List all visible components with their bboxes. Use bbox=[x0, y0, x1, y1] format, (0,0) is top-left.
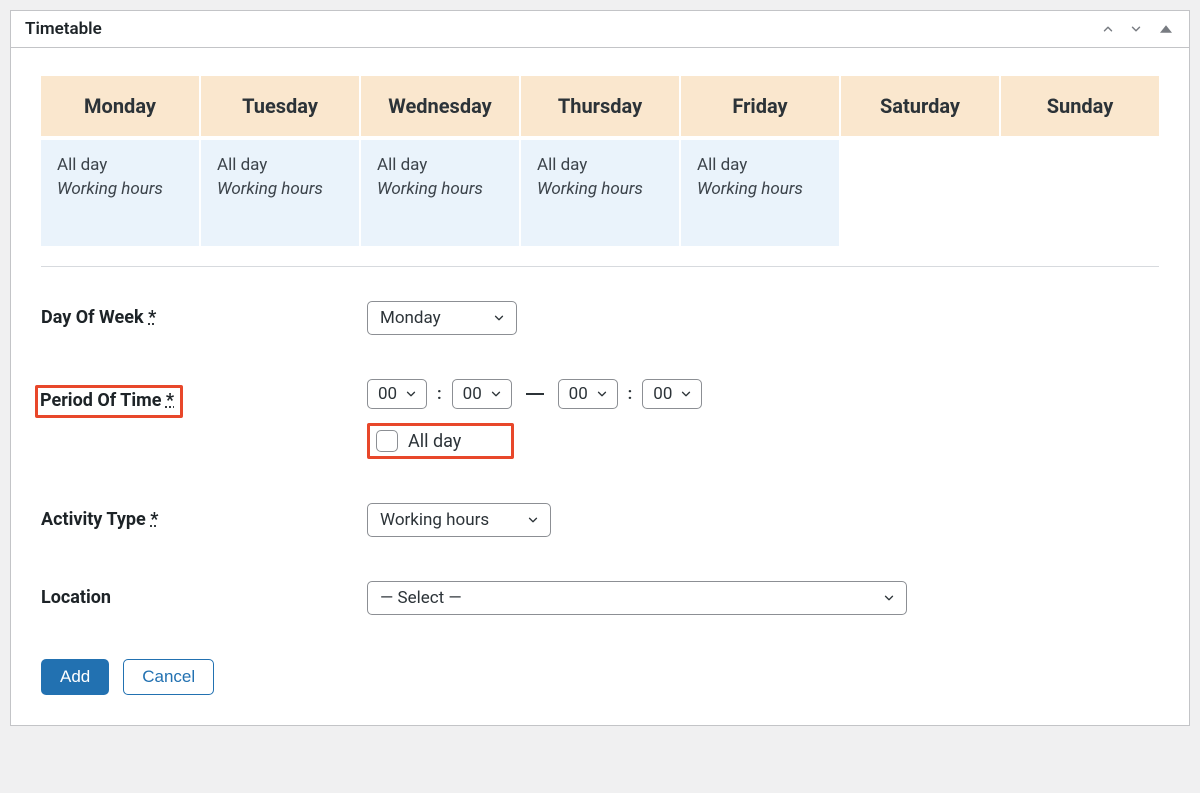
day-cell-friday[interactable]: All day Working hours bbox=[681, 140, 839, 246]
move-down-icon[interactable] bbox=[1129, 22, 1143, 36]
day-time: All day bbox=[217, 154, 343, 178]
day-header-thursday: Thursday bbox=[521, 76, 679, 136]
select-to-hour[interactable]: 00 bbox=[558, 379, 618, 409]
day-cell-monday[interactable]: All day Working hours bbox=[41, 140, 199, 246]
select-value: Working hours bbox=[380, 510, 489, 530]
panel-body: Monday Tuesday Wednesday Thursday Friday… bbox=[11, 48, 1189, 725]
select-day-of-week[interactable]: Monday bbox=[367, 301, 517, 335]
time-dash bbox=[526, 393, 544, 395]
time-colon: : bbox=[626, 384, 635, 404]
day-time: All day bbox=[537, 154, 663, 178]
day-activity: Working hours bbox=[377, 178, 503, 202]
day-cell-saturday[interactable] bbox=[841, 140, 999, 246]
row-location: Location — Select — bbox=[41, 581, 1159, 615]
label-activity-type: Activity Type * bbox=[41, 503, 367, 530]
chevron-down-icon bbox=[404, 387, 418, 401]
select-from-minute[interactable]: 00 bbox=[452, 379, 512, 409]
chevron-down-icon bbox=[492, 311, 506, 325]
day-header-sunday: Sunday bbox=[1001, 76, 1159, 136]
day-cell-tuesday[interactable]: All day Working hours bbox=[201, 140, 359, 246]
form-buttons: Add Cancel bbox=[41, 659, 1159, 695]
divider bbox=[41, 266, 1159, 267]
day-cell-thursday[interactable]: All day Working hours bbox=[521, 140, 679, 246]
checkbox-all-day[interactable] bbox=[376, 430, 398, 452]
day-header-saturday: Saturday bbox=[841, 76, 999, 136]
week-body-row: All day Working hours All day Working ho… bbox=[41, 140, 1159, 246]
day-header-tuesday: Tuesday bbox=[201, 76, 359, 136]
label-period-of-time: Period Of Time * bbox=[41, 379, 367, 418]
select-activity-type[interactable]: Working hours bbox=[367, 503, 551, 537]
select-from-hour[interactable]: 00 bbox=[367, 379, 427, 409]
move-up-icon[interactable] bbox=[1101, 22, 1115, 36]
select-to-minute[interactable]: 00 bbox=[642, 379, 702, 409]
week-header-row: Monday Tuesday Wednesday Thursday Friday… bbox=[41, 76, 1159, 136]
panel-header: Timetable bbox=[11, 11, 1189, 48]
chevron-down-icon bbox=[526, 513, 540, 527]
label-day-of-week: Day Of Week * bbox=[41, 301, 367, 328]
panel-controls bbox=[1101, 20, 1175, 38]
cancel-button[interactable]: Cancel bbox=[123, 659, 214, 695]
add-button[interactable]: Add bbox=[41, 659, 109, 695]
time-range: 00 : 00 00 : 00 bbox=[367, 379, 1159, 409]
chevron-down-icon bbox=[595, 387, 609, 401]
chevron-down-icon bbox=[489, 387, 503, 401]
highlight-all-day: All day bbox=[367, 423, 514, 459]
day-activity: Working hours bbox=[697, 178, 823, 202]
day-activity: Working hours bbox=[537, 178, 663, 202]
row-activity-type: Activity Type * Working hours bbox=[41, 503, 1159, 537]
select-value: — Select — bbox=[380, 588, 462, 608]
label-all-day: All day bbox=[408, 431, 461, 452]
day-cell-wednesday[interactable]: All day Working hours bbox=[361, 140, 519, 246]
collapse-icon[interactable] bbox=[1157, 20, 1175, 38]
day-header-monday: Monday bbox=[41, 76, 199, 136]
day-activity: Working hours bbox=[57, 178, 183, 202]
day-header-wednesday: Wednesday bbox=[361, 76, 519, 136]
highlight-period-label: Period Of Time * bbox=[35, 385, 183, 418]
panel-title: Timetable bbox=[25, 19, 102, 39]
timetable-panel: Timetable Monday Tuesday Wednesday Thurs… bbox=[10, 10, 1190, 726]
day-time: All day bbox=[57, 154, 183, 178]
chevron-down-icon bbox=[882, 591, 896, 605]
day-time: All day bbox=[377, 154, 503, 178]
day-header-friday: Friday bbox=[681, 76, 839, 136]
day-activity: Working hours bbox=[217, 178, 343, 202]
day-cell-sunday[interactable] bbox=[1001, 140, 1159, 246]
row-day-of-week: Day Of Week * Monday bbox=[41, 301, 1159, 335]
all-day-row: All day bbox=[367, 423, 1159, 459]
day-time: All day bbox=[697, 154, 823, 178]
chevron-down-icon bbox=[679, 387, 693, 401]
row-period-of-time: Period Of Time * 00 : 00 bbox=[41, 379, 1159, 459]
time-colon: : bbox=[435, 384, 444, 404]
select-location[interactable]: — Select — bbox=[367, 581, 907, 615]
label-location: Location bbox=[41, 581, 367, 608]
select-value: Monday bbox=[380, 308, 441, 328]
